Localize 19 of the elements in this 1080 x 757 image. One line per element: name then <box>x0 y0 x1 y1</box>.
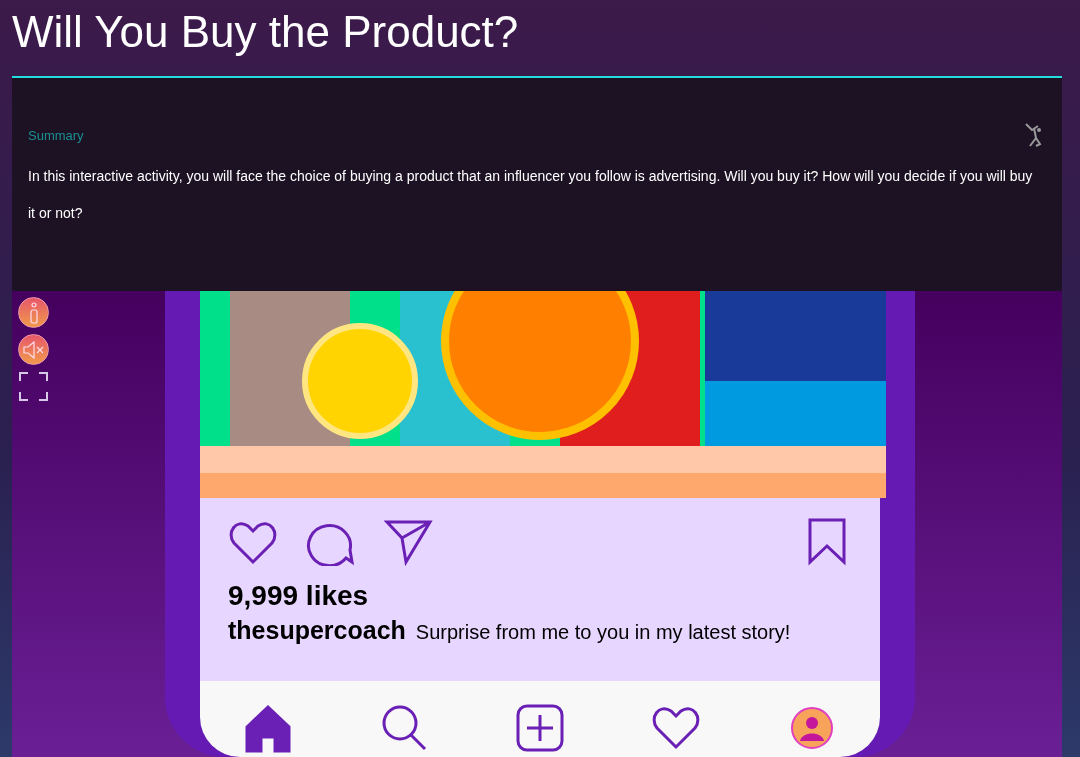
fullscreen-icon <box>18 371 49 402</box>
page-title: Will You Buy the Product? <box>11 6 520 58</box>
post-caption: Surprise from me to you in my latest story! <box>415 621 791 644</box>
username: thesupercoach <box>228 616 406 645</box>
info-icon <box>27 301 40 324</box>
summary-text: In this interactive activity, you will face the choice of buying a product that an influencer you follow is advertising. Will you buy it? How will you decide if you will buy it or not? <box>28 167 1034 223</box>
summary-heading: Summary <box>28 128 84 143</box>
muted-speaker-icon <box>22 340 45 359</box>
dancer-icon <box>1024 122 1044 148</box>
share-button[interactable] <box>384 518 434 566</box>
mute-button[interactable] <box>18 334 49 365</box>
info-button[interactable] <box>18 297 49 328</box>
plus-square-icon <box>515 703 565 753</box>
fullscreen-button[interactable] <box>18 371 49 402</box>
add-tab[interactable] <box>515 703 565 753</box>
likes-count: 9,999 likes <box>228 580 370 612</box>
paper-plane-icon <box>384 518 434 566</box>
home-tab[interactable] <box>243 703 293 753</box>
home-icon <box>243 703 293 753</box>
